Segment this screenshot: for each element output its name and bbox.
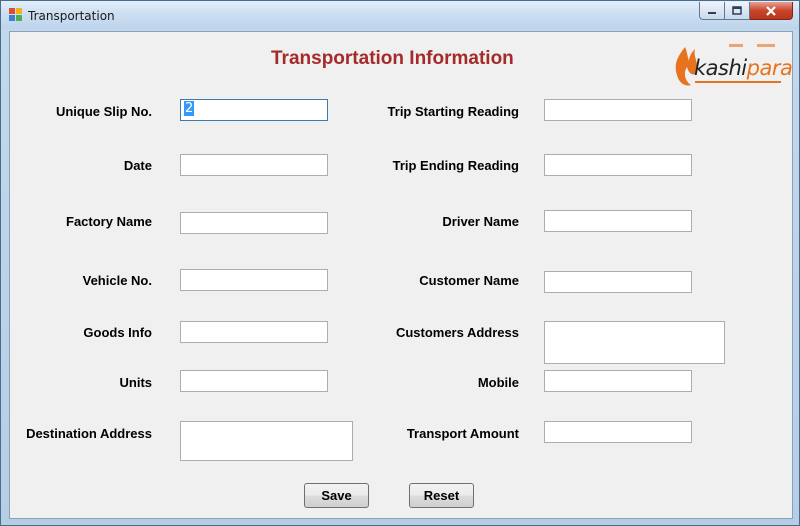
save-button[interactable]: Save <box>304 483 369 508</box>
close-button[interactable] <box>750 2 793 20</box>
app-icon <box>9 8 22 21</box>
factory-name-field[interactable] <box>180 212 328 234</box>
maximize-icon <box>732 6 742 15</box>
minimize-icon <box>708 11 716 14</box>
mobile-field[interactable] <box>544 370 692 392</box>
units-field[interactable] <box>180 370 328 392</box>
goods-info-label: Goods Info <box>83 325 152 340</box>
page-title: Transportation Information <box>271 48 514 69</box>
unique-slip-value: 2 <box>184 101 195 116</box>
title-bar[interactable]: Transportation <box>1 1 799 29</box>
reset-button[interactable]: Reset <box>409 483 474 508</box>
customer-name-field[interactable] <box>544 271 692 293</box>
units-label: Units <box>119 375 153 390</box>
destination-address-label: Destination Address <box>26 426 152 441</box>
trip-ending-reading-field[interactable] <box>544 154 692 176</box>
logo: kashipara <box>694 56 793 80</box>
maximize-button[interactable] <box>725 2 750 20</box>
date-label: Date <box>123 158 152 173</box>
trip-starting-reading-field[interactable] <box>544 99 692 121</box>
vehicle-no-field[interactable] <box>180 269 328 291</box>
app-window: Transportation Transportation Informatio… <box>0 0 800 526</box>
customer-name-label: Customer Name <box>419 273 519 288</box>
transport-amount-label: Transport Amount <box>406 426 519 441</box>
factory-name-label: Factory Name <box>66 214 152 229</box>
customers-address-field[interactable] <box>544 321 725 364</box>
customers-address-label: Customers Address <box>395 325 519 340</box>
trip-ending-reading-label: Trip Ending Reading <box>392 158 519 173</box>
driver-name-field[interactable] <box>544 210 692 232</box>
mobile-label: Mobile <box>477 375 519 390</box>
logo-prefix: kashi <box>694 56 747 80</box>
close-icon <box>766 5 776 16</box>
transport-amount-field[interactable] <box>544 421 692 443</box>
driver-name-label: Driver Name <box>442 214 519 229</box>
minimize-button[interactable] <box>699 2 725 20</box>
trip-starting-reading-label: Trip Starting Reading <box>387 104 519 119</box>
unique-slip-field[interactable]: 2 <box>180 99 328 121</box>
destination-address-field[interactable] <box>180 421 353 461</box>
unique-slip-label: Unique Slip No. <box>55 104 152 119</box>
window-controls <box>699 2 793 22</box>
window-title: Transportation <box>28 9 115 23</box>
vehicle-no-label: Vehicle No. <box>82 273 152 288</box>
logo-accent: para <box>746 56 793 80</box>
date-field[interactable] <box>180 154 328 176</box>
goods-info-field[interactable] <box>180 321 328 343</box>
logo-underline <box>695 81 781 83</box>
